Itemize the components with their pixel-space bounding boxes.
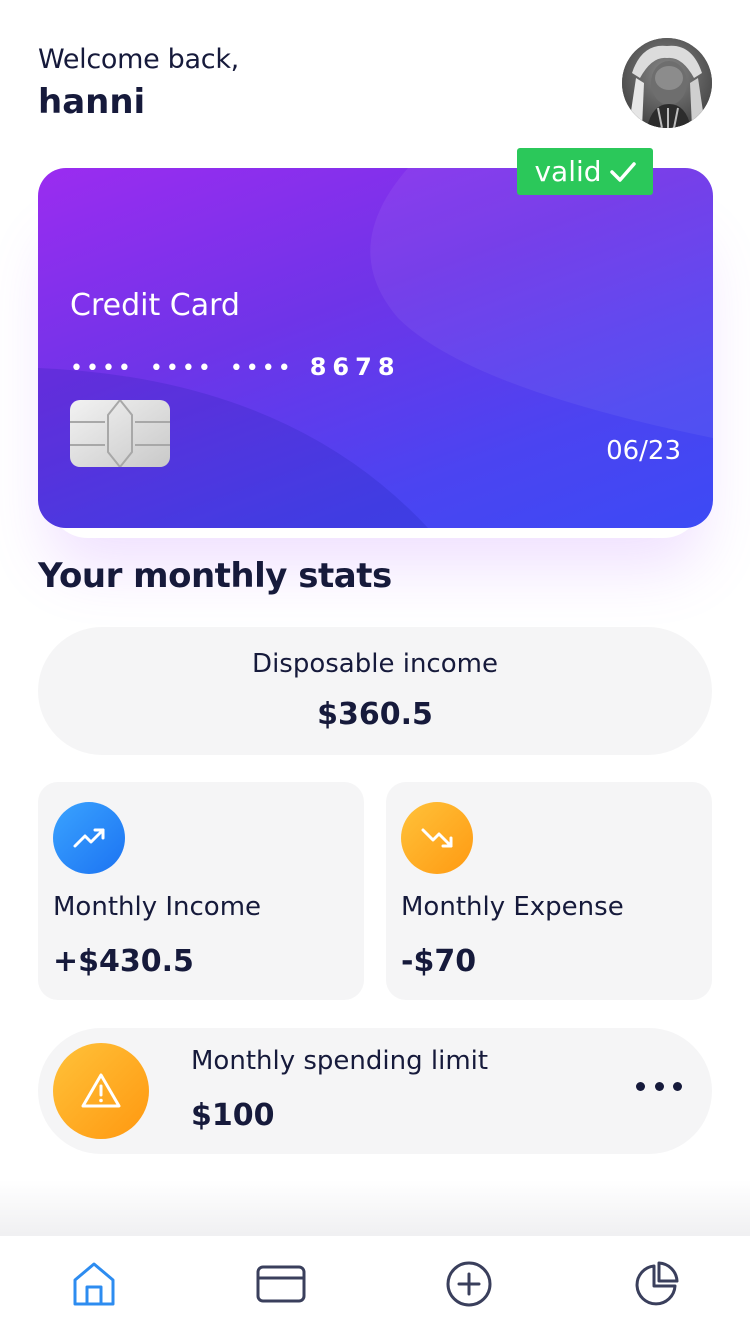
card-background-shapes xyxy=(38,168,713,528)
status-badge: valid xyxy=(517,148,653,195)
card-number-group: •••• xyxy=(70,356,134,381)
more-options-button[interactable] xyxy=(636,1074,682,1098)
monthly-expense-value: -$70 xyxy=(401,944,477,979)
monthly-income-label: Monthly Income xyxy=(53,892,262,922)
header: Welcome back, hanni xyxy=(38,38,712,134)
credit-card[interactable]: Credit Card •••• •••• •••• 8678 06/23 xyxy=(38,168,713,528)
avatar[interactable] xyxy=(622,38,712,128)
nav-stats-button[interactable] xyxy=(628,1256,684,1312)
trending-up-icon xyxy=(53,802,125,874)
card-last-four: 8678 xyxy=(309,353,401,381)
disposable-income-label: Disposable income xyxy=(252,649,498,679)
card-number-group: •••• xyxy=(149,356,214,381)
check-icon xyxy=(609,161,636,182)
username: hanni xyxy=(38,82,146,122)
status-badge-label: valid xyxy=(534,155,602,188)
card-type-label: Credit Card xyxy=(70,288,240,323)
avatar-photo xyxy=(622,38,712,128)
section-title: Your monthly stats xyxy=(38,556,392,596)
monthly-expense-card[interactable]: Monthly Expense -$70 xyxy=(386,782,712,1000)
nav-cards-button[interactable] xyxy=(253,1256,309,1312)
disposable-income-value: $360.5 xyxy=(317,697,433,732)
bottom-nav xyxy=(0,1236,750,1334)
more-dot-icon xyxy=(673,1081,682,1091)
monthly-income-value: +$430.5 xyxy=(53,944,194,979)
disposable-income-card[interactable]: Disposable income $360.5 xyxy=(38,627,712,755)
trending-down-icon xyxy=(401,802,473,874)
card-expiry: 06/23 xyxy=(606,436,681,466)
credit-card-face: Credit Card •••• •••• •••• 8678 06/23 xyxy=(38,168,713,528)
pie-chart-icon xyxy=(635,1261,679,1306)
spending-limit-card[interactable]: Monthly spending limit $100 xyxy=(38,1028,712,1154)
warning-icon xyxy=(53,1043,149,1139)
nav-add-button[interactable] xyxy=(441,1256,497,1312)
card-number-group: •••• xyxy=(229,356,294,381)
more-dot-icon xyxy=(636,1081,645,1091)
more-dot-icon xyxy=(654,1081,664,1091)
home-icon xyxy=(73,1262,115,1306)
chip-icon xyxy=(70,399,170,468)
add-circle-icon xyxy=(446,1261,492,1307)
nav-home-button[interactable] xyxy=(66,1256,122,1312)
card-number: •••• •••• •••• 8678 xyxy=(70,353,401,381)
greeting-text: Welcome back, xyxy=(38,44,239,75)
monthly-income-card[interactable]: Monthly Income +$430.5 xyxy=(38,782,364,1000)
credit-card-icon xyxy=(256,1265,306,1303)
spending-limit-value: $100 xyxy=(191,1098,275,1133)
monthly-expense-label: Monthly Expense xyxy=(401,892,624,922)
spending-limit-label: Monthly spending limit xyxy=(191,1046,489,1076)
